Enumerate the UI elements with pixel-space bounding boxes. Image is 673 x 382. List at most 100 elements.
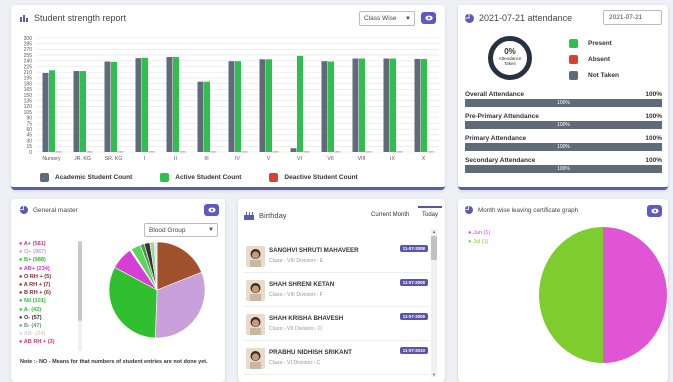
x-tick-label: VII — [327, 156, 333, 162]
pie-chart-icon — [465, 13, 474, 23]
y-tick-label: 300 — [24, 36, 33, 42]
view-button[interactable] — [204, 204, 219, 216]
bar-deactive-student-count — [148, 151, 155, 153]
attendance-donut: 0% Attendance Taken — [488, 36, 532, 80]
birth-date-badge: 11-07-2008 — [399, 279, 428, 286]
y-tick-label: 225 — [24, 64, 33, 70]
strength-bar-chart: 0153045607590105120135150165180195210225… — [24, 36, 439, 162]
blood-group-item[interactable]: ● AB- (24) — [19, 330, 81, 338]
bar-academic-student-count — [383, 58, 390, 152]
leaving-pie — [539, 227, 667, 363]
blood-group-item[interactable]: ● B RH + (6) — [19, 289, 81, 297]
card-title: General master — [33, 206, 78, 214]
pie-chart-icon — [465, 206, 473, 214]
bar-deactive-student-count — [272, 151, 279, 153]
view-button[interactable] — [421, 12, 436, 24]
y-tick-label: 195 — [24, 76, 33, 82]
class-wise-select[interactable]: Class Wise ▼ — [359, 11, 415, 26]
avatar — [246, 246, 265, 267]
overall-attendance-label: Overall Attendance 100% — [465, 91, 662, 98]
y-tick-label: 270 — [24, 47, 33, 53]
x-tick-label: IV — [235, 156, 240, 162]
blood-group-item[interactable]: ● A- (42) — [19, 306, 81, 314]
bar-active-student-count — [204, 81, 210, 152]
chevron-down-icon: ▼ — [208, 227, 214, 233]
y-tick-label: 120 — [24, 104, 33, 110]
legend-deactive[interactable]: Deactive Student Count — [269, 173, 358, 182]
bar-deactive-student-count — [334, 151, 341, 153]
bar-academic-student-count — [104, 61, 111, 152]
bar-academic-student-count — [42, 72, 49, 152]
blood-group-item[interactable]: ● B- (47) — [19, 322, 81, 330]
view-button[interactable] — [647, 205, 662, 217]
student-photo-icon — [250, 351, 261, 369]
blood-group-item[interactable]: ● Nil (101) — [19, 297, 81, 305]
bar-active-student-count — [359, 58, 365, 152]
blood-group-select[interactable]: Blood Group ▼ — [144, 223, 218, 237]
blood-group-item[interactable]: ● O+ (967) — [19, 248, 81, 256]
birth-date-badge: 11-07-2008 — [399, 245, 428, 252]
secondary-attendance-label: Secondary Attendance 100% — [465, 157, 662, 164]
bar-active-student-count — [80, 71, 86, 152]
y-tick-label: 240 — [24, 59, 33, 65]
x-tick-label: III — [204, 156, 208, 162]
legend-academic[interactable]: Academic Student Count — [40, 173, 132, 182]
birthday-list-item[interactable]: PRABHU NIDHISH SRIKANT Class:- VI Divisio… — [244, 345, 430, 375]
pre-primary-attendance-bar: 100% — [465, 121, 662, 129]
bar-deactive-student-count — [86, 151, 93, 153]
primary-attendance-label: Primary Attendance 100% — [465, 135, 662, 142]
bar-academic-student-count — [73, 71, 80, 152]
birth-date-badge: 11-07-2009 — [399, 313, 428, 320]
scroll-down-icon[interactable]: ▼ — [431, 372, 437, 377]
y-tick-label: 180 — [24, 81, 33, 87]
birthday-list-item[interactable]: SHAH KRISHA BHAVESH Class:- VII Division:… — [244, 311, 430, 341]
blood-group-item[interactable]: ● AB+ (234) — [19, 265, 81, 273]
general-master-card: General master Blood Group ▼ ● A+ (581) ● … — [11, 199, 225, 382]
bar-deactive-student-count — [55, 151, 62, 153]
bar-academic-student-count — [352, 58, 359, 152]
x-tick-label: VIII — [358, 156, 366, 162]
scrollbar-thumb[interactable] — [431, 236, 437, 260]
blood-group-item[interactable]: ● A RH + (7) — [19, 281, 81, 289]
bar-academic-student-count — [135, 58, 142, 152]
blood-group-item[interactable]: ● O- (57) — [19, 314, 81, 322]
chevron-down-icon: ▼ — [405, 15, 411, 22]
y-tick-label: 90 — [26, 116, 32, 122]
cake-icon — [244, 212, 254, 220]
tab-current-month[interactable]: Current Month — [371, 212, 409, 218]
tab-today[interactable]: Today — [418, 206, 442, 223]
y-tick-label: 150 — [24, 93, 33, 99]
x-tick-label: I — [144, 156, 145, 162]
scrollbar[interactable] — [78, 241, 82, 351]
bar-deactive-student-count — [365, 151, 372, 153]
eye-icon — [424, 15, 433, 21]
bar-deactive-student-count — [210, 151, 217, 153]
leaving-certificate-card: Month wise leaving certificate graph ● J… — [458, 199, 668, 382]
date-input[interactable]: 2021-07-21 — [603, 10, 662, 25]
student-strength-card: Student strength report Class Wise ▼ 0 15 3… — [11, 5, 445, 190]
scrollbar[interactable]: ▲ ▼ — [431, 229, 437, 377]
x-tick-label: SR. KG — [105, 156, 123, 162]
scroll-up-icon[interactable]: ▲ — [431, 229, 437, 234]
blood-group-item[interactable]: ● O RH + (5) — [19, 273, 81, 281]
y-tick-label: 15 — [26, 144, 32, 150]
blood-group-item[interactable]: ● AB RH + (3) — [19, 338, 81, 346]
y-tick-label: 165 — [24, 87, 33, 93]
blood-group-item[interactable]: ● B+ (988) — [19, 256, 81, 264]
pie-chart-icon — [20, 206, 28, 214]
x-tick-label: Nursery — [42, 156, 61, 162]
legend-active[interactable]: Active Student Count — [160, 173, 241, 182]
x-tick-label: IX — [390, 156, 395, 162]
student-photo-icon — [250, 283, 261, 301]
eye-icon — [207, 207, 216, 213]
blood-group-item[interactable]: ● A+ (581) — [19, 240, 81, 248]
bar-deactive-student-count — [117, 151, 124, 153]
scrollbar-thumb[interactable] — [78, 241, 82, 321]
birthday-list-item[interactable]: SHAH SHRENI KETAN Class:- VIII Division:-… — [244, 277, 430, 307]
y-tick-label: 105 — [24, 110, 33, 116]
legend-jun: ● Jun (1) — [468, 230, 491, 236]
student-name: SHAH KRISHA BHAVESH — [269, 315, 344, 322]
bar-active-student-count — [266, 59, 272, 152]
birthday-list-item[interactable]: SANGHVI SHRUTI MAHAVEER Class:- VIII Divi… — [244, 243, 430, 273]
bar-active-student-count — [390, 58, 396, 152]
